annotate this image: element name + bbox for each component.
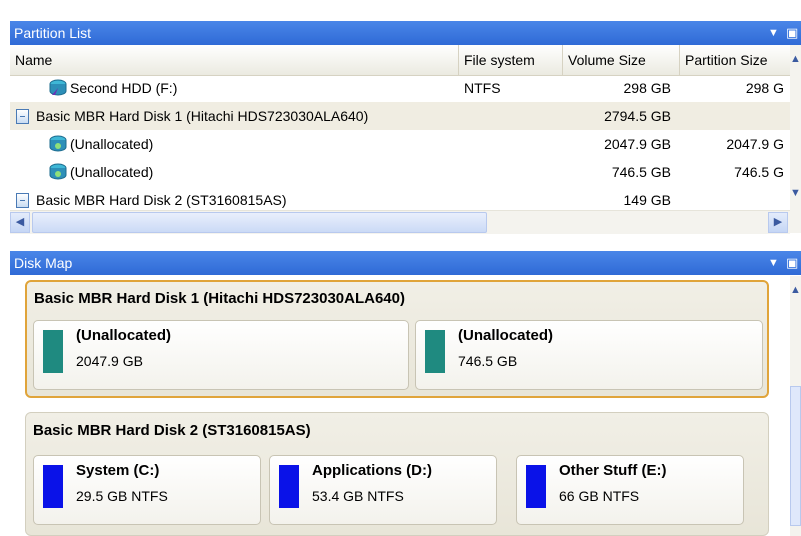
partition-card-unallocated-1[interactable]: (Unallocated) 2047.9 GB: [33, 320, 409, 390]
undock-icon[interactable]: ▣: [786, 251, 798, 275]
partition-info: 29.5 GB NTFS: [76, 488, 168, 504]
row-name: Basic MBR Hard Disk 2 (ST3160815AS): [36, 192, 287, 208]
row-name: Second HDD (F:): [70, 80, 178, 96]
partition-list-header: Name File system Volume Size Partition S…: [10, 45, 790, 76]
partition-list-title: Partition List: [14, 25, 92, 41]
disk-name: Basic MBR Hard Disk 1 (Hitachi HDS723030…: [34, 290, 405, 307]
partition-info: 53.4 GB NTFS: [312, 488, 404, 504]
partition-info: 746.5 GB: [458, 353, 518, 369]
disk-map-title-bar: Disk Map ▼ ▣: [10, 251, 801, 275]
row-partition-size: [680, 102, 784, 130]
row-partition-size: 746.5 G: [734, 164, 784, 180]
hard-disk-icon: [16, 109, 29, 124]
panel-menu-icon[interactable]: ▼: [768, 21, 779, 45]
partition-card-other-stuff-e[interactable]: Other Stuff (E:) 66 GB NTFS: [516, 455, 744, 525]
row-volume-size: 746.5 GB: [611, 164, 671, 180]
list-item-disk-2[interactable]: Basic MBR Hard Disk 2 (ST3160815AS) 149 …: [10, 186, 790, 210]
disk-map-disk-1[interactable]: Basic MBR Hard Disk 1 (Hitachi HDS723030…: [25, 280, 769, 398]
scroll-down-icon[interactable]: ▼: [790, 187, 801, 199]
partition-icon: [49, 135, 67, 152]
column-header-file-system[interactable]: File system: [459, 45, 563, 75]
scroll-right-button[interactable]: ▶: [768, 212, 788, 233]
partition-card-system-c[interactable]: System (C:) 29.5 GB NTFS: [33, 455, 261, 525]
partition-name: System (C:): [76, 462, 160, 479]
row-name: (Unallocated): [70, 136, 154, 152]
list-item-disk-1[interactable]: Basic MBR Hard Disk 1 (Hitachi HDS723030…: [10, 102, 790, 130]
partition-color-swatch: [43, 465, 63, 508]
row-file-system: NTFS: [464, 80, 501, 96]
partition-card-unallocated-2[interactable]: (Unallocated) 746.5 GB: [415, 320, 763, 390]
scroll-left-button[interactable]: ◀: [10, 212, 30, 233]
column-header-name[interactable]: Name: [10, 45, 459, 75]
row-name: Basic MBR Hard Disk 1 (Hitachi HDS723030…: [36, 108, 369, 124]
partition-color-swatch: [526, 465, 546, 508]
partition-list-rows: Second HDD (F:) NTFS 298 GB 298 G Basic …: [10, 76, 790, 210]
list-item-unallocated-2[interactable]: (Unallocated) 746.5 GB 746.5 G: [10, 158, 790, 186]
list-item-unallocated-1[interactable]: (Unallocated) 2047.9 GB 2047.9 G: [10, 130, 790, 158]
disk-map-title: Disk Map: [14, 255, 73, 271]
row-volume-size: 298 GB: [623, 80, 671, 96]
partition-info: 2047.9 GB: [76, 353, 143, 369]
scroll-up-icon[interactable]: ▲: [790, 53, 801, 65]
undock-icon[interactable]: ▣: [786, 21, 798, 45]
partition-color-swatch: [43, 330, 63, 373]
disk-map-disk-2[interactable]: Basic MBR Hard Disk 2 (ST3160815AS) Syst…: [25, 412, 769, 536]
panel-menu-icon[interactable]: ▼: [768, 251, 779, 275]
row-partition-size: [680, 186, 784, 210]
partition-name: (Unallocated): [458, 327, 554, 344]
partition-list-vertical-scrollbar[interactable]: ▲ ▼: [790, 45, 801, 233]
row-partition-size: 298 G: [745, 80, 784, 96]
partition-color-swatch: [425, 330, 445, 373]
partition-name: Applications (D:): [312, 462, 432, 479]
partition-color-swatch: [279, 465, 299, 508]
column-header-partition-size[interactable]: Partition Size: [680, 45, 790, 75]
row-name: (Unallocated): [70, 164, 154, 180]
partition-list-horizontal-scrollbar[interactable]: ◀ ▶: [10, 210, 790, 234]
partition-name: (Unallocated): [76, 327, 172, 344]
partition-info: 66 GB NTFS: [559, 488, 640, 504]
partition-icon: [49, 79, 67, 96]
partition-icon: [49, 163, 67, 180]
hard-disk-icon: [16, 193, 29, 208]
row-volume-size: 2047.9 GB: [604, 136, 671, 152]
disk-map-vertical-scrollbar[interactable]: ▲: [790, 276, 801, 536]
horizontal-scroll-thumb[interactable]: [32, 212, 487, 233]
column-header-volume-size[interactable]: Volume Size: [563, 45, 680, 75]
row-partition-size: 2047.9 G: [726, 136, 784, 152]
row-volume-size: 2794.5 GB: [604, 108, 671, 124]
disk-name: Basic MBR Hard Disk 2 (ST3160815AS): [33, 422, 311, 439]
scroll-up-icon[interactable]: ▲: [790, 284, 801, 296]
partition-card-applications-d[interactable]: Applications (D:) 53.4 GB NTFS: [269, 455, 497, 525]
vertical-scroll-thumb[interactable]: [790, 386, 801, 526]
list-item-second-hdd[interactable]: Second HDD (F:) NTFS 298 GB 298 G: [10, 76, 790, 102]
row-volume-size: 149 GB: [623, 192, 671, 208]
partition-list-title-bar: Partition List ▼ ▣: [10, 21, 801, 45]
partition-name: Other Stuff (E:): [559, 462, 667, 479]
